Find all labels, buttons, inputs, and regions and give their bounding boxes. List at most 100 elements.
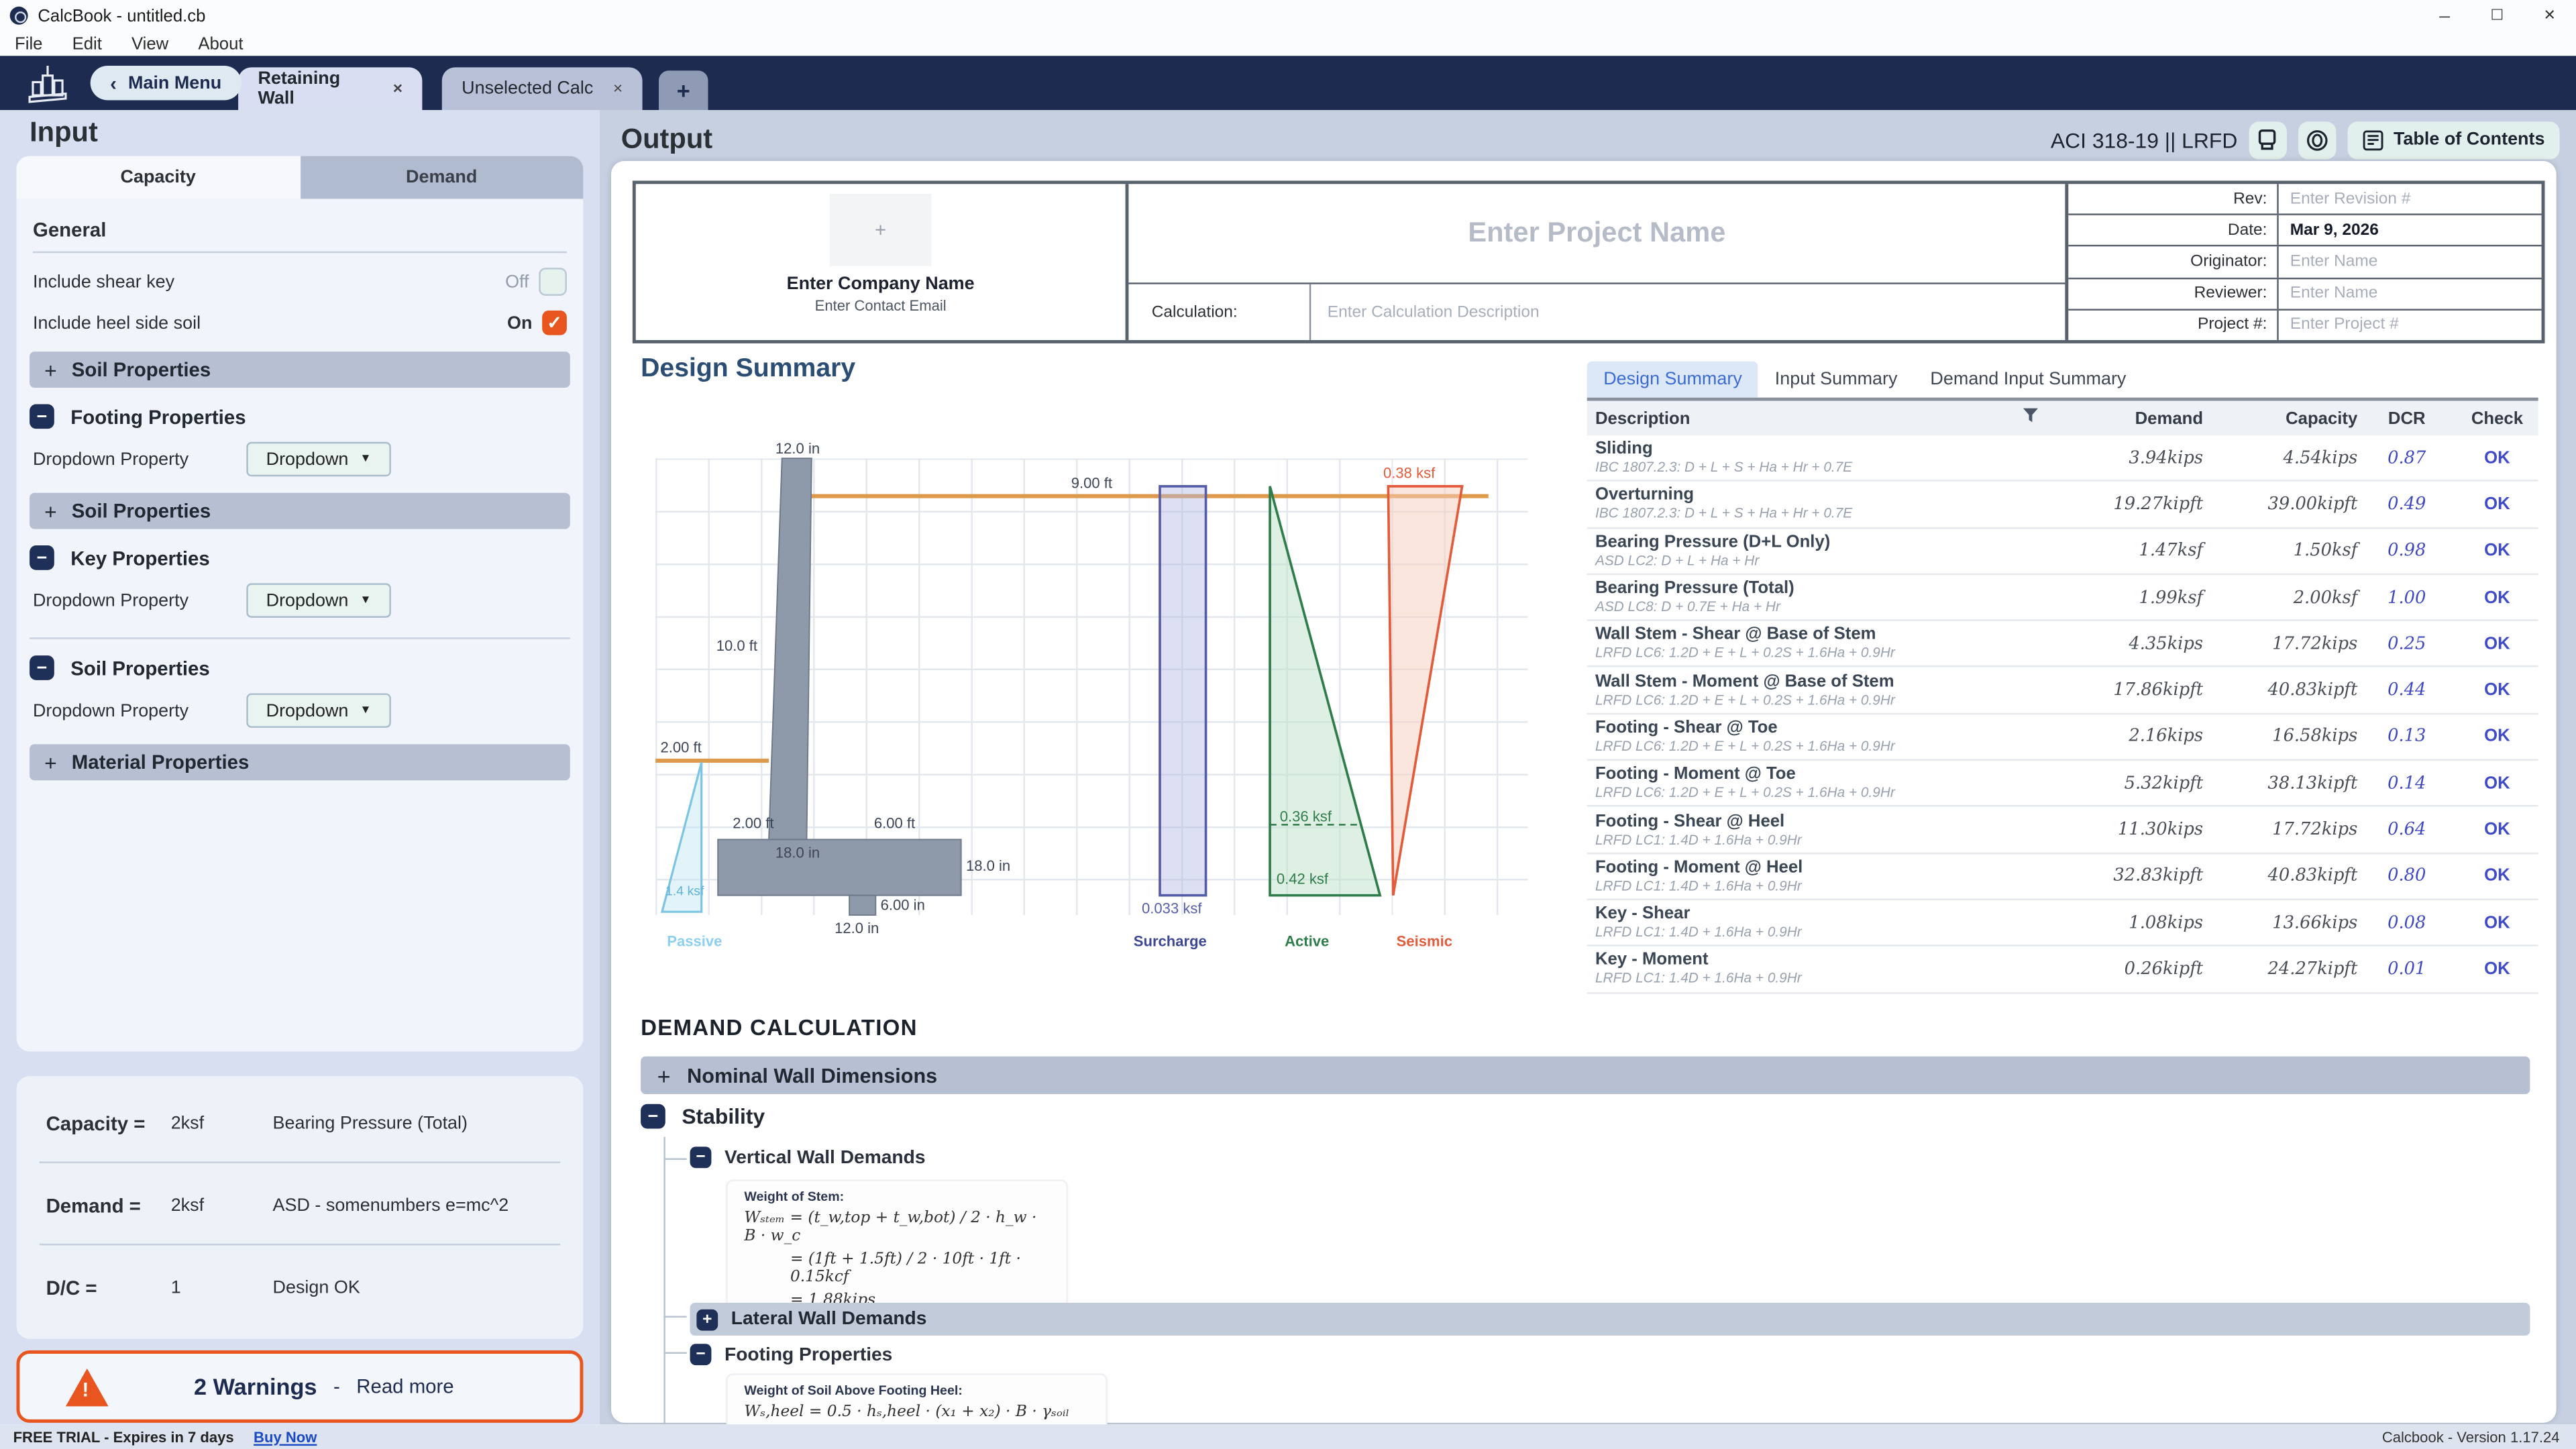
vertical-wall-demands-section[interactable]: − Vertical Wall Demands — [690, 1146, 926, 1168]
collapse-icon[interactable]: − — [30, 545, 54, 570]
collapse-icon[interactable]: − — [641, 1104, 665, 1129]
reviewer-field[interactable]: Enter Name — [2279, 278, 2542, 309]
menu-view[interactable]: View — [117, 34, 183, 53]
dcr-value: 0.25 — [2357, 634, 2456, 653]
section-footing-properties[interactable]: − Footing Properties — [30, 404, 570, 429]
table-row[interactable]: Footing - Moment @ Toe LRFD LC6: 1.2D + … — [1587, 761, 2538, 807]
stability-section[interactable]: − Stability — [641, 1104, 765, 1129]
expand-icon[interactable]: + — [696, 1309, 718, 1330]
main-menu-button[interactable]: ‹ Main Menu — [91, 66, 241, 100]
tab-design-summary[interactable]: Design Summary — [1587, 362, 1759, 398]
footing-properties-section[interactable]: − Footing Properties — [690, 1344, 893, 1365]
tab-unselected-calc[interactable]: Unselected Calc × — [442, 67, 643, 110]
demand-value: 0.26kipft — [2052, 959, 2203, 979]
table-row[interactable]: Footing - Shear @ Toe LRFD LC6: 1.2D + E… — [1587, 714, 2538, 761]
warnings-banner[interactable]: 2 Warnings - Read more — [16, 1350, 583, 1423]
tab-input-summary[interactable]: Input Summary — [1758, 362, 1914, 398]
close-tab-icon[interactable]: × — [613, 80, 623, 98]
table-row[interactable]: Wall Stem - Moment @ Base of Stem LRFD L… — [1587, 667, 2538, 714]
status-bar: FREE TRIAL - Expires in 7 days Buy Now C… — [0, 1424, 2576, 1449]
tab-retaining-wall[interactable]: Retaining Wall × — [238, 67, 422, 110]
table-row[interactable]: Key - Shear LRFD LC1: 1.4D + 1.6Ha + 0.9… — [1587, 900, 2538, 947]
soil-dropdown[interactable]: Dropdown ▼ — [246, 693, 391, 727]
target-button[interactable] — [2298, 121, 2336, 158]
close-button[interactable]: ✕ — [2524, 0, 2576, 32]
table-row[interactable]: Key - Moment LRFD LC1: 1.4D + 1.6Ha + 0.… — [1587, 947, 2538, 993]
col-check[interactable]: Check — [2456, 409, 2538, 428]
calculation-description-field[interactable]: Enter Calculation Description — [1309, 284, 2065, 340]
contact-email-field[interactable]: Enter Contact Email — [815, 297, 947, 313]
dcr-value: 0.49 — [2357, 494, 2456, 514]
section-key-properties[interactable]: − Key Properties — [30, 545, 570, 570]
demand-value: 17.86kipft — [2052, 680, 2203, 700]
close-tab-icon[interactable]: × — [393, 80, 402, 98]
section-material-properties[interactable]: + Material Properties — [30, 744, 570, 780]
maximize-button[interactable]: ☐ — [2471, 0, 2523, 32]
revision-field[interactable]: Enter Revision # — [2279, 184, 2542, 214]
tree-tick — [663, 1159, 686, 1160]
section-soil-properties-1[interactable]: + Soil Properties — [30, 352, 570, 388]
section-soil-properties-2[interactable]: + Soil Properties — [30, 493, 570, 529]
report-sheet: + Enter Company Name Enter Contact Email… — [611, 161, 2557, 1423]
passive-value: 1.4 ksf — [665, 884, 704, 899]
add-tab-button[interactable]: + — [659, 70, 708, 110]
capacity-value: 4.54kips — [2203, 448, 2357, 468]
demand-value: 19.27kipft — [2052, 494, 2203, 514]
project-name-field[interactable]: Enter Project Name — [1128, 184, 2065, 282]
footing-dropdown[interactable]: Dropdown ▼ — [246, 442, 391, 476]
tab-demand[interactable]: Demand — [300, 156, 583, 199]
menu-about[interactable]: About — [183, 34, 258, 53]
filter-icon[interactable] — [2023, 407, 2039, 429]
tab-demand-input-summary[interactable]: Demand Input Summary — [1914, 362, 2143, 398]
logo-upload-placeholder[interactable]: + — [830, 194, 932, 266]
dropdown-value: Dropdown — [266, 449, 349, 469]
dim-footing-thickness: 18.0 in — [966, 857, 1010, 873]
col-capacity[interactable]: Capacity — [2203, 409, 2357, 428]
date-field[interactable]: Mar 9, 2026 — [2279, 215, 2542, 246]
table-row[interactable]: Footing - Shear @ Heel LRFD LC1: 1.4D + … — [1587, 807, 2538, 853]
formula-line: = (1ft + 1.5ft) / 2 · 10ft · 1ft · 0.15k… — [790, 1250, 1050, 1287]
heel-soil-checkbox[interactable]: ✓ — [542, 311, 567, 335]
read-more-link[interactable]: Read more — [356, 1375, 453, 1398]
capacity-value: 1.50ksf — [2203, 541, 2357, 560]
buy-now-link[interactable]: Buy Now — [254, 1428, 317, 1444]
section-soil-properties-3[interactable]: − Soil Properties — [30, 655, 570, 680]
col-dcr[interactable]: DCR — [2357, 409, 2456, 428]
project-number-field[interactable]: Enter Project # — [2279, 310, 2542, 340]
collapse-icon[interactable]: − — [30, 404, 54, 429]
col-description: Description — [1595, 409, 1690, 428]
collapse-icon[interactable]: − — [690, 1344, 712, 1365]
table-row[interactable]: Footing - Moment @ Heel LRFD LC1: 1.4D +… — [1587, 854, 2538, 900]
key-dropdown[interactable]: Dropdown ▼ — [246, 583, 391, 617]
menu-edit[interactable]: Edit — [58, 34, 117, 53]
dcr-value: 0.44 — [2357, 680, 2456, 700]
shear-key-checkbox[interactable] — [539, 268, 567, 296]
table-row[interactable]: Sliding IBC 1807.2.3: D + L + S + Ha + H… — [1587, 435, 2538, 482]
col-demand[interactable]: Demand — [2052, 409, 2203, 428]
toc-list-icon — [2362, 129, 2383, 150]
table-row[interactable]: Wall Stem - Shear @ Base of Stem LRFD LC… — [1587, 621, 2538, 667]
tab-capacity[interactable]: Capacity — [16, 156, 299, 199]
originator-field[interactable]: Enter Name — [2279, 247, 2542, 277]
table-row[interactable]: Bearing Pressure (Total) ASD LC8: D + 0.… — [1587, 575, 2538, 621]
lateral-wall-demands-bar[interactable]: + Lateral Wall Demands — [690, 1303, 2530, 1336]
table-row[interactable]: Bearing Pressure (D+L Only) ASD LC2: D +… — [1587, 529, 2538, 575]
expand-icon: + — [657, 1062, 671, 1088]
table-of-contents-button[interactable]: Table of Contents — [2347, 121, 2559, 158]
table-row[interactable]: Overturning IBC 1807.2.3: D + L + S + Ha… — [1587, 482, 2538, 528]
demand-value: 2ksf — [171, 1196, 273, 1216]
nominal-wall-dimensions-bar[interactable]: + Nominal Wall Dimensions — [641, 1057, 2530, 1094]
minimize-button[interactable]: ─ — [2418, 0, 2471, 32]
check-description: Wall Stem - Moment @ Base of Stem — [1595, 673, 1894, 691]
print-button[interactable] — [2249, 121, 2286, 158]
app-icon — [10, 7, 28, 25]
section-label: Lateral Wall Demands — [731, 1309, 927, 1329]
collapse-icon[interactable]: − — [30, 655, 54, 680]
collapse-icon[interactable]: − — [690, 1146, 712, 1168]
menu-file[interactable]: File — [0, 34, 58, 53]
company-name-field[interactable]: Enter Company Name — [787, 274, 975, 294]
back-chevron-icon: ‹ — [110, 72, 117, 95]
input-card: Capacity Demand General Include shear ke… — [16, 156, 583, 1052]
load-combo: IBC 1807.2.3: D + L + S + Ha + Hr + 0.7E — [1595, 459, 1852, 475]
calculation-label: Calculation: — [1128, 303, 1309, 321]
